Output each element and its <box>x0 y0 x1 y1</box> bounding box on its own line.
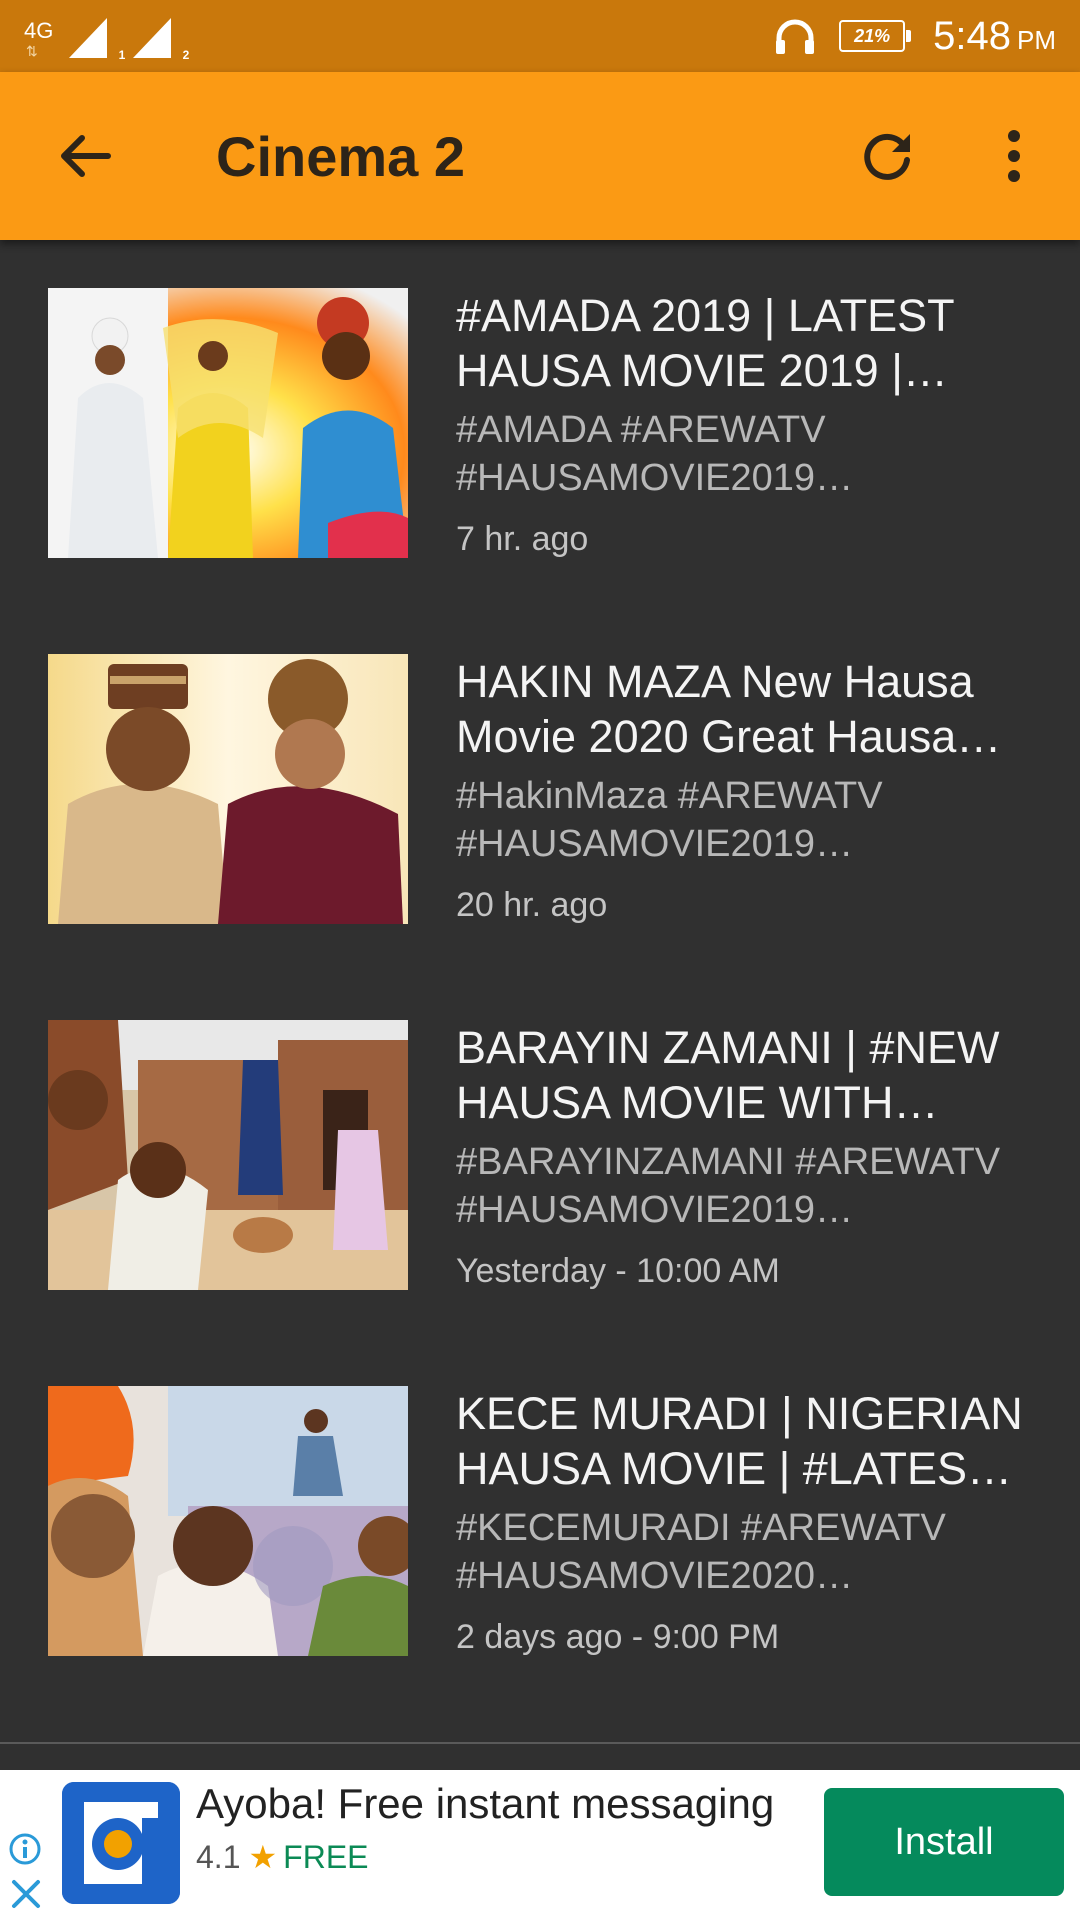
status-bar: 4G ⇅ 1 2 21% 5:48 PM <box>0 0 1080 72</box>
thumbnail-image <box>48 1020 408 1290</box>
more-vert-icon <box>1008 130 1020 182</box>
video-thumbnail[interactable] <box>48 654 408 924</box>
video-description: #HakinMaza #AREWATV #HAUSAMOVIE2019 #LAT… <box>456 775 883 865</box>
ayoba-logo-icon <box>62 1782 180 1904</box>
signal-sim2-icon: 2 <box>131 16 189 62</box>
video-title: KECE MURADI | NIGERIAN HAUSA MOVIE | #LA… <box>456 1388 1023 1494</box>
video-thumbnail[interactable] <box>48 1020 408 1290</box>
video-description: #AMADA #AREWATV #HAUSAMOVIE2019 #LATESTH… <box>456 409 826 499</box>
thumbnail-image <box>48 1386 408 1656</box>
refresh-icon <box>864 133 910 180</box>
video-title: #AMADA 2019 | LATEST HAUSA MOVIE 2019 | … <box>456 290 954 396</box>
video-description: #KECEMURADI #AREWATV #HAUSAMOVIE2020 #LA… <box>456 1507 946 1597</box>
video-time: 7 hr. ago <box>456 520 589 558</box>
video-time: 2 days ago - 9:00 PM <box>456 1618 780 1656</box>
video-description: #BARAYINZAMANI #AREWATV #HAUSAMOVIE2019 … <box>456 1141 1001 1231</box>
video-list-item[interactable]: #AMADA 2019 | LATEST HAUSA MOVIE 2019 | … <box>0 240 1080 606</box>
headphone-icon <box>776 19 815 54</box>
thumbnail-image <box>48 288 408 558</box>
signal-sim1-icon: 1 <box>67 16 125 62</box>
ad-rating: 4.1 ★ FREE <box>196 1838 369 1876</box>
divider <box>0 1742 1080 1744</box>
ad-close-icon[interactable] <box>8 1876 44 1912</box>
video-list-item[interactable]: KECE MURADI | NIGERIAN HAUSA MOVIE | #LA… <box>0 1338 1080 1704</box>
arrow-back-icon <box>61 135 111 177</box>
video-thumbnail[interactable] <box>48 288 408 558</box>
refresh-button[interactable] <box>848 116 928 196</box>
battery-indicator: 21% <box>839 20 912 52</box>
video-list-item[interactable]: HAKIN MAZA New Hausa Movie 2020 Great Ha… <box>0 606 1080 972</box>
video-list-item[interactable]: BARAYIN ZAMANI | #NEW HAUSA MOVIE WITH E… <box>0 972 1080 1338</box>
ad-app-icon[interactable] <box>62 1782 180 1904</box>
video-thumbnail[interactable] <box>48 1386 408 1656</box>
star-icon: ★ <box>248 1839 278 1875</box>
video-title: HAKIN MAZA New Hausa Movie 2020 Great Ha… <box>456 656 974 762</box>
network-type: 4G ⇅ <box>24 20 53 60</box>
app-bar: Cinema 2 <box>0 72 1080 240</box>
video-time: Yesterday - 10:00 AM <box>456 1252 780 1290</box>
back-button[interactable] <box>40 118 128 194</box>
thumbnail-image <box>48 654 408 924</box>
overflow-menu-button[interactable] <box>980 116 1048 196</box>
video-time: 20 hr. ago <box>456 886 608 924</box>
clock: 5:48 PM <box>933 13 1056 58</box>
install-button[interactable]: Install <box>824 1788 1064 1896</box>
video-title: BARAYIN ZAMANI | #NEW HAUSA MOVIE WITH E… <box>456 1022 1000 1128</box>
ad-title[interactable]: Ayoba! Free instant messaging <box>196 1780 774 1828</box>
data-arrows-icon: ⇅ <box>26 43 38 59</box>
page-title: Cinema 2 <box>216 125 465 188</box>
ad-banner[interactable]: Ayoba! Free instant messaging 4.1 ★ FREE… <box>0 1770 1080 1920</box>
ad-info-icon[interactable] <box>8 1832 42 1866</box>
